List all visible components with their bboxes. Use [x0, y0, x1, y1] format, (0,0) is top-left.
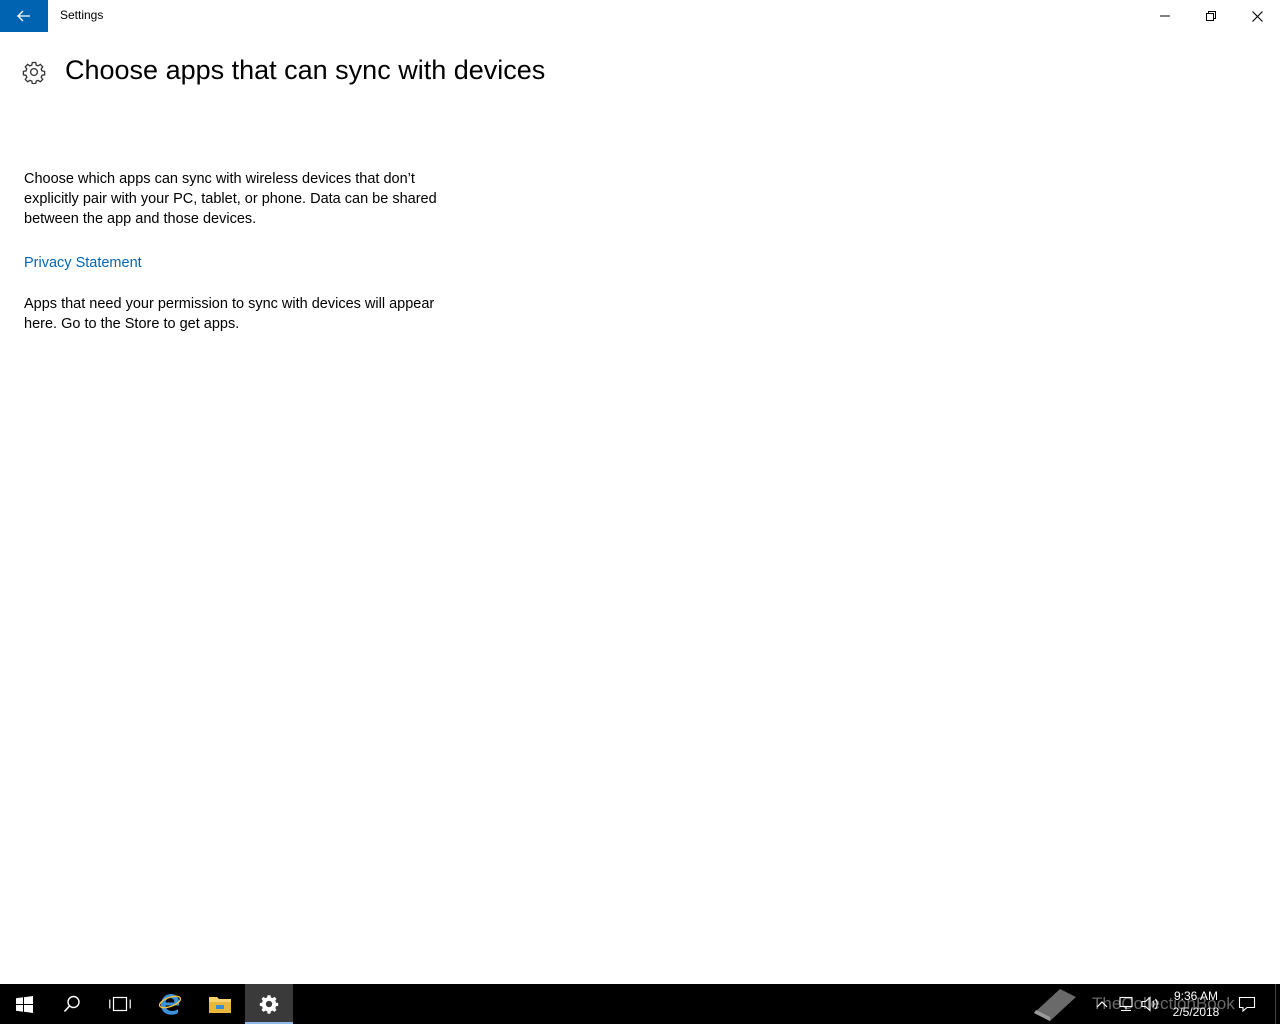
- clock[interactable]: 9:36 AM 2/5/2018: [1164, 988, 1228, 1020]
- show-hidden-icons-button[interactable]: [1094, 984, 1110, 1024]
- edge-taskbar-button[interactable]: [146, 984, 194, 1024]
- file-explorer-taskbar-button[interactable]: [196, 984, 244, 1024]
- gear-icon: [22, 61, 46, 84]
- close-icon: [1251, 10, 1263, 22]
- task-view-icon: [109, 996, 131, 1012]
- book-logo-icon: [1034, 989, 1076, 1021]
- start-button[interactable]: [0, 984, 48, 1024]
- back-arrow-icon: [17, 10, 30, 22]
- chevron-up-icon: [1096, 1001, 1108, 1008]
- description-text: Choose which apps can sync with wireless…: [24, 171, 437, 227]
- restore-button[interactable]: [1188, 0, 1234, 32]
- search-button[interactable]: [48, 984, 96, 1024]
- clock-time: 9:36 AM: [1173, 989, 1219, 1003]
- privacy-statement-link[interactable]: Privacy Statement: [24, 253, 142, 273]
- settings-taskbar-button[interactable]: [245, 984, 293, 1024]
- volume-icon: [1141, 996, 1158, 1012]
- task-view-button[interactable]: [96, 984, 144, 1024]
- show-desktop-button[interactable]: [1275, 984, 1280, 1024]
- windows-start-icon: [15, 995, 33, 1013]
- file-explorer-icon: [209, 997, 231, 1013]
- back-button[interactable]: [0, 0, 48, 32]
- minimize-button[interactable]: [1142, 0, 1188, 32]
- clock-date: 2/5/2018: [1172, 1005, 1220, 1019]
- edge-icon: [158, 994, 182, 1015]
- page-title: Choose apps that can sync with devices: [65, 55, 546, 85]
- empty-apps-message: Apps that need your permission to sync w…: [24, 296, 435, 332]
- action-center-button[interactable]: [1236, 984, 1258, 1024]
- app-title: Settings: [60, 8, 104, 22]
- restore-icon: [1206, 11, 1216, 21]
- settings-icon: [259, 995, 279, 1014]
- search-icon: [63, 995, 80, 1013]
- volume-button[interactable]: [1140, 984, 1162, 1024]
- minimize-icon: [1160, 15, 1170, 17]
- network-icon: [1119, 996, 1133, 1012]
- action-center-icon: [1238, 996, 1256, 1012]
- title-bar: Settings: [0, 0, 1280, 32]
- network-button[interactable]: [1116, 984, 1136, 1024]
- close-button[interactable]: [1234, 0, 1280, 32]
